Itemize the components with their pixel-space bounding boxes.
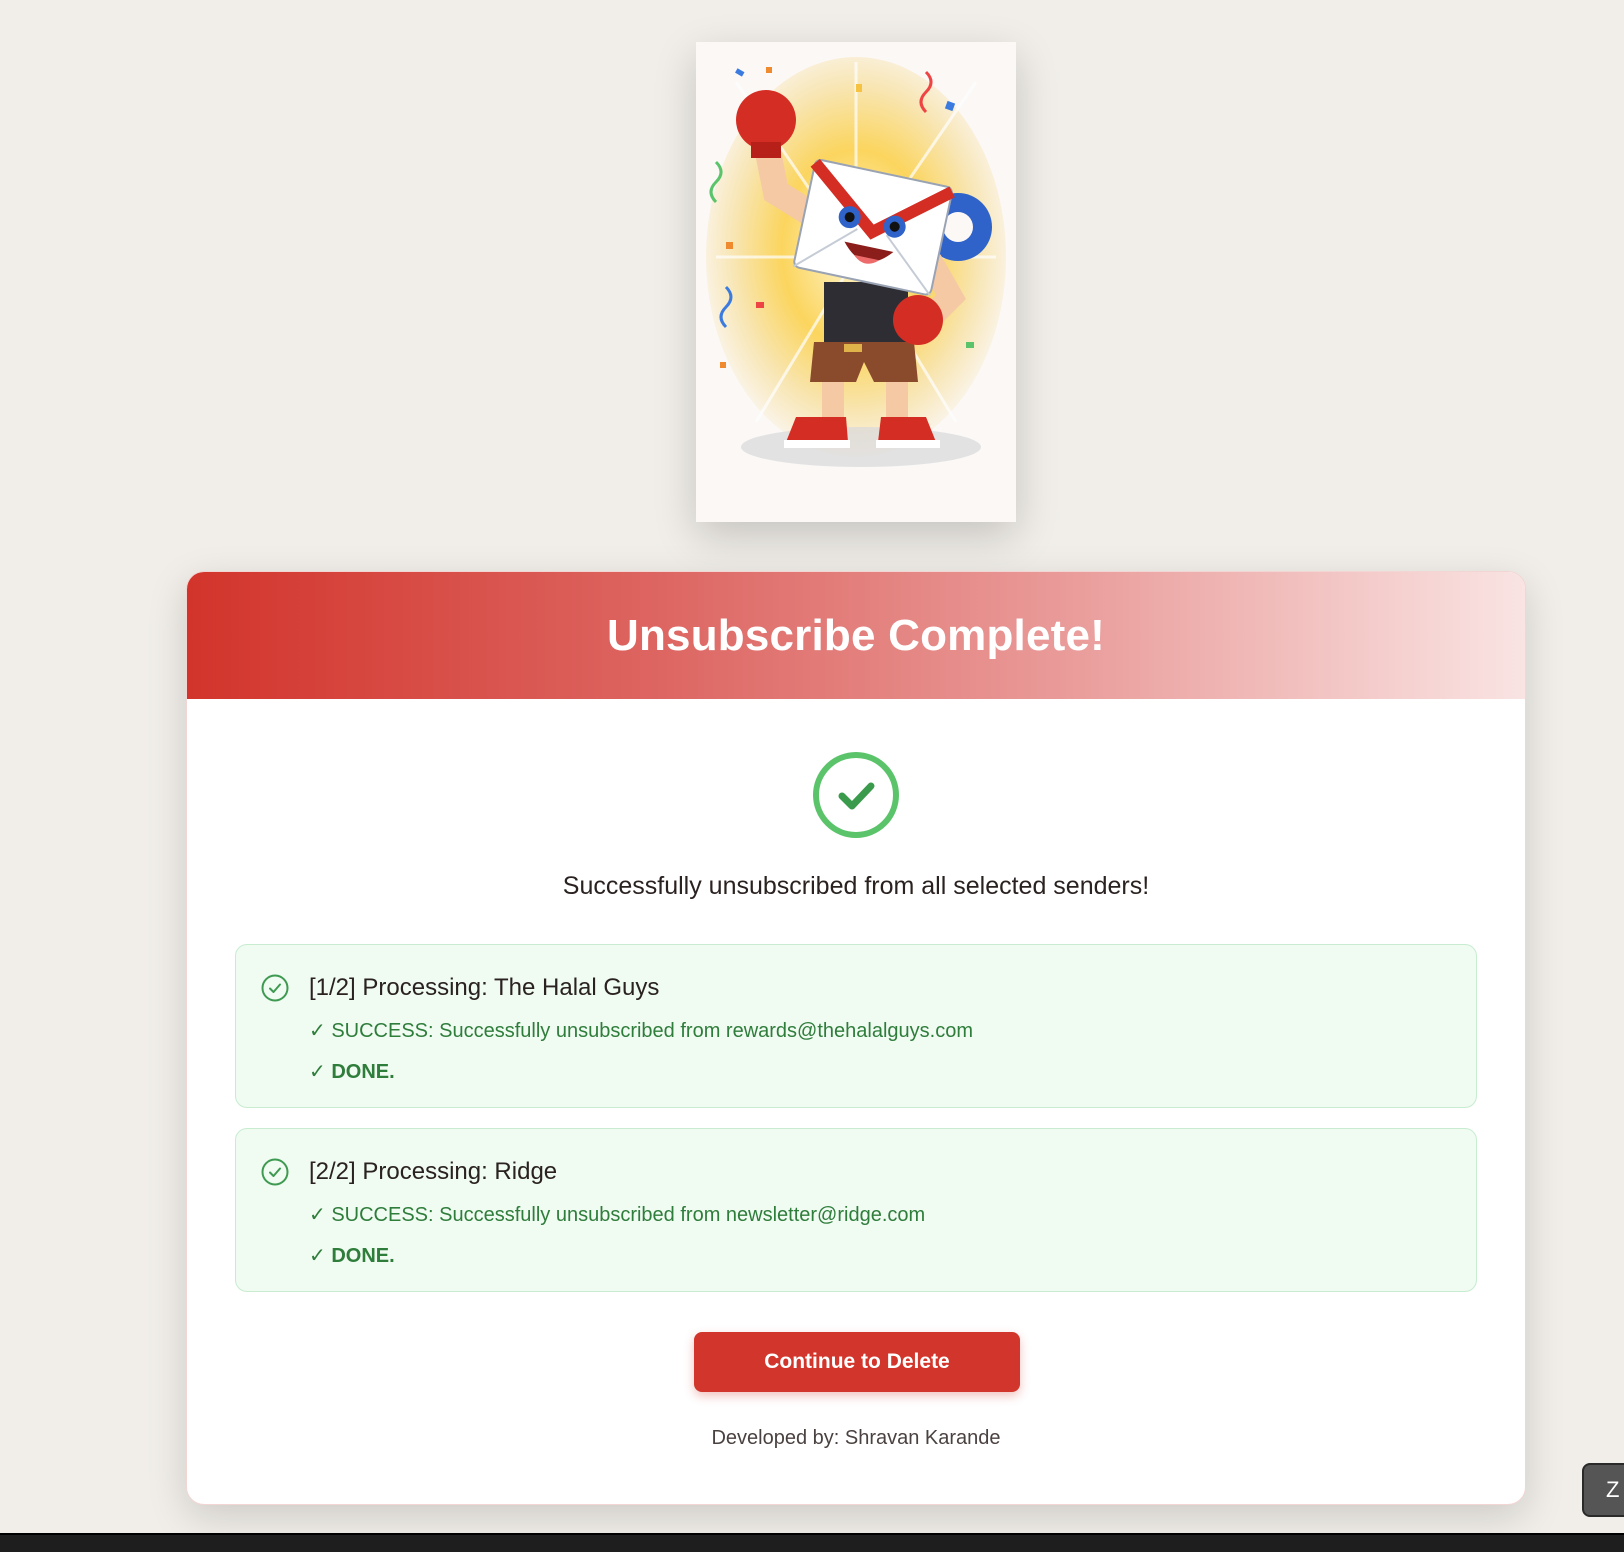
summary-message: Successfully unsubscribed from all selec… — [562, 872, 1150, 900]
result-success-message: ✓ SUCCESS: Successfully unsubscribed fro… — [309, 1020, 973, 1042]
card-header: Unsubscribe Complete! — [187, 572, 1525, 699]
continue-to-delete-button[interactable]: Continue to Delete — [694, 1332, 1020, 1392]
check-circle-icon — [813, 752, 899, 838]
developer-credit: Developed by: Shravan Karande — [711, 1427, 1001, 1449]
mascot-image — [696, 42, 1016, 522]
result-success-message: ✓ SUCCESS: Successfully unsubscribed fro… — [309, 1204, 926, 1226]
result-title: [2/2] Processing: Ridge — [309, 1158, 558, 1185]
envelope-mascot-illustration — [696, 42, 1016, 522]
corner-button[interactable]: Z — [1582, 1463, 1624, 1517]
result-title: [1/2] Processing: The Halal Guys — [309, 974, 660, 1001]
result-item: [1/2] Processing: The Halal Guys ✓ SUCCE… — [235, 944, 1477, 1108]
result-done-status: ✓ DONE. — [309, 1061, 395, 1083]
unsubscribe-result-card: Unsubscribe Complete! Successfully unsub… — [186, 571, 1526, 1505]
result-item: [2/2] Processing: Ridge ✓ SUCCESS: Succe… — [235, 1128, 1477, 1292]
result-done-status: ✓ DONE. — [309, 1245, 395, 1267]
check-circle-icon — [261, 1158, 289, 1186]
check-circle-icon — [261, 974, 289, 1002]
bottom-bar — [0, 1533, 1624, 1552]
page-title: Unsubscribe Complete! — [606, 610, 1106, 660]
